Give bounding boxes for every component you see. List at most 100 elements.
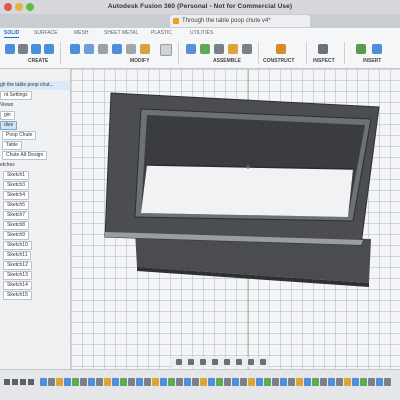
timeline-feature-icon[interactable] (136, 378, 143, 386)
create-sketch-icon[interactable] (18, 44, 28, 54)
chute-model[interactable] (71, 69, 400, 369)
joint-origin-icon[interactable] (214, 44, 224, 54)
combine-icon[interactable] (126, 44, 136, 54)
joint-icon[interactable] (186, 44, 196, 54)
timeline-feature-icon[interactable] (80, 378, 87, 386)
timeline-feature-icon[interactable] (160, 378, 167, 386)
timeline-feature-icon[interactable] (320, 378, 327, 386)
browser-item-sketch[interactable]: Sketch1 (3, 171, 30, 180)
assemble-menu[interactable]: ASSEMBLE (213, 58, 241, 64)
timeline-feature-icon[interactable] (352, 378, 359, 386)
timeline-feature-icon[interactable] (168, 378, 175, 386)
timeline-feature-icon[interactable] (144, 378, 151, 386)
timeline-feature-icon[interactable] (176, 378, 183, 386)
timeline-feature-icon[interactable] (256, 378, 263, 386)
as-built-joint-icon[interactable] (200, 44, 210, 54)
inspect-menu[interactable]: INSPECT (313, 58, 335, 64)
browser-item-sketch[interactable]: Sketch13 (3, 271, 32, 280)
timeline-feature-icon[interactable] (128, 378, 135, 386)
browser-item-sketch[interactable]: Sketch14 (3, 281, 32, 290)
timeline-feature-icon[interactable] (184, 378, 191, 386)
timeline-feature-icon[interactable] (88, 378, 95, 386)
timeline-feature-icon[interactable] (288, 378, 295, 386)
tab-sheet-metal[interactable]: SHEET METAL (104, 29, 138, 37)
timeline-feature-icon[interactable] (56, 378, 63, 386)
timeline-feature-icon[interactable] (96, 378, 103, 386)
tab-plastic[interactable]: PLASTIC (151, 29, 172, 37)
zoom-icon[interactable] (212, 359, 218, 365)
timeline-feature-icon[interactable] (272, 378, 279, 386)
timeline-feature-icon[interactable] (376, 378, 383, 386)
timeline-feature-icon[interactable] (72, 378, 79, 386)
create-menu[interactable]: CREATE (28, 58, 48, 64)
timeline-feature-icon[interactable] (344, 378, 351, 386)
browser-item-sketch[interactable]: Sketch8 (3, 221, 30, 230)
measure-icon[interactable] (318, 44, 328, 54)
timeline-feature-icon[interactable] (112, 378, 119, 386)
timeline-start-icon[interactable] (4, 379, 10, 385)
browser-item-sketch[interactable]: Sketch10 (3, 241, 32, 250)
tab-surface[interactable]: SURFACE (34, 29, 58, 37)
fit-icon[interactable] (224, 359, 230, 365)
browser-item-sketches[interactable]: etches (0, 161, 15, 170)
press-pull-icon[interactable] (70, 44, 80, 54)
browser-item-sketch[interactable]: Sketch11 (3, 251, 32, 260)
browser-item-body[interactable]: Chute Alt Design (2, 151, 48, 160)
browser-item-named-views[interactable]: Views (0, 101, 13, 110)
insert-menu[interactable]: INSERT (363, 58, 381, 64)
browser-root-item[interactable]: gh the table poop chut... (0, 81, 70, 90)
browser-item-sketch[interactable]: Sketch12 (3, 261, 32, 270)
fillet-icon[interactable] (84, 44, 94, 54)
browser-item-sketch[interactable]: Sketch3 (3, 181, 30, 190)
orbit-icon[interactable] (176, 359, 182, 365)
timeline-feature-icon[interactable] (240, 378, 247, 386)
grid-settings-icon[interactable] (248, 359, 254, 365)
rigid-group-icon[interactable] (228, 44, 238, 54)
timeline-feature-icon[interactable] (232, 378, 239, 386)
browser-item-sketch[interactable]: Sketch5 (3, 201, 30, 210)
insert-image-icon[interactable] (356, 44, 366, 54)
timeline-feature-icon[interactable] (336, 378, 343, 386)
timeline-feature-icon[interactable] (304, 378, 311, 386)
timeline-next-icon[interactable] (28, 379, 34, 385)
timeline-feature-icon[interactable] (152, 378, 159, 386)
timeline-feature-icon[interactable] (280, 378, 287, 386)
timeline-feature-icon[interactable] (224, 378, 231, 386)
close-window-button[interactable] (4, 3, 12, 11)
timeline-previous-icon[interactable] (12, 379, 18, 385)
viewports-icon[interactable] (260, 359, 266, 365)
timeline-feature-icon[interactable] (48, 378, 55, 386)
look-at-icon[interactable] (188, 359, 194, 365)
extrude-icon[interactable] (31, 44, 41, 54)
document-tab[interactable]: Through the table poop chute v4* (170, 15, 310, 27)
offset-plane-icon[interactable] (276, 44, 286, 54)
timeline-feature-icon[interactable] (328, 378, 335, 386)
pan-icon[interactable] (200, 359, 206, 365)
tab-utilities[interactable]: UTILITIES (190, 29, 213, 37)
move-icon[interactable] (160, 44, 172, 56)
browser-item-document-settings[interactable]: nt Settings (0, 91, 32, 100)
tab-mesh[interactable]: MESH (74, 29, 88, 37)
timeline-feature-icon[interactable] (104, 378, 111, 386)
drive-joints-icon[interactable] (242, 44, 252, 54)
timeline-feature-icon[interactable] (296, 378, 303, 386)
browser-item-sketch[interactable]: Sketch15 (3, 291, 32, 300)
timeline-feature-icon[interactable] (208, 378, 215, 386)
timeline-feature-icon[interactable] (192, 378, 199, 386)
timeline-feature-icon[interactable] (384, 378, 391, 386)
maximize-window-button[interactable] (26, 3, 34, 11)
tab-solid[interactable]: SOLID (4, 29, 20, 38)
display-settings-icon[interactable] (236, 359, 242, 365)
chamfer-icon[interactable] (98, 44, 108, 54)
timeline-feature-icon[interactable] (360, 378, 367, 386)
browser-item-bodies[interactable]: dies (0, 121, 18, 130)
timeline-feature-icon[interactable] (40, 378, 47, 386)
browser-item-body[interactable]: Table (2, 141, 22, 150)
minimize-window-button[interactable] (15, 3, 23, 11)
revolve-icon[interactable] (44, 44, 54, 54)
timeline-feature-icon[interactable] (368, 378, 375, 386)
timeline-feature-icon[interactable] (248, 378, 255, 386)
browser-item-sketch[interactable]: Sketch7 (3, 211, 30, 220)
timeline-feature-icon[interactable] (120, 378, 127, 386)
modify-menu[interactable]: MODIFY (130, 58, 149, 64)
